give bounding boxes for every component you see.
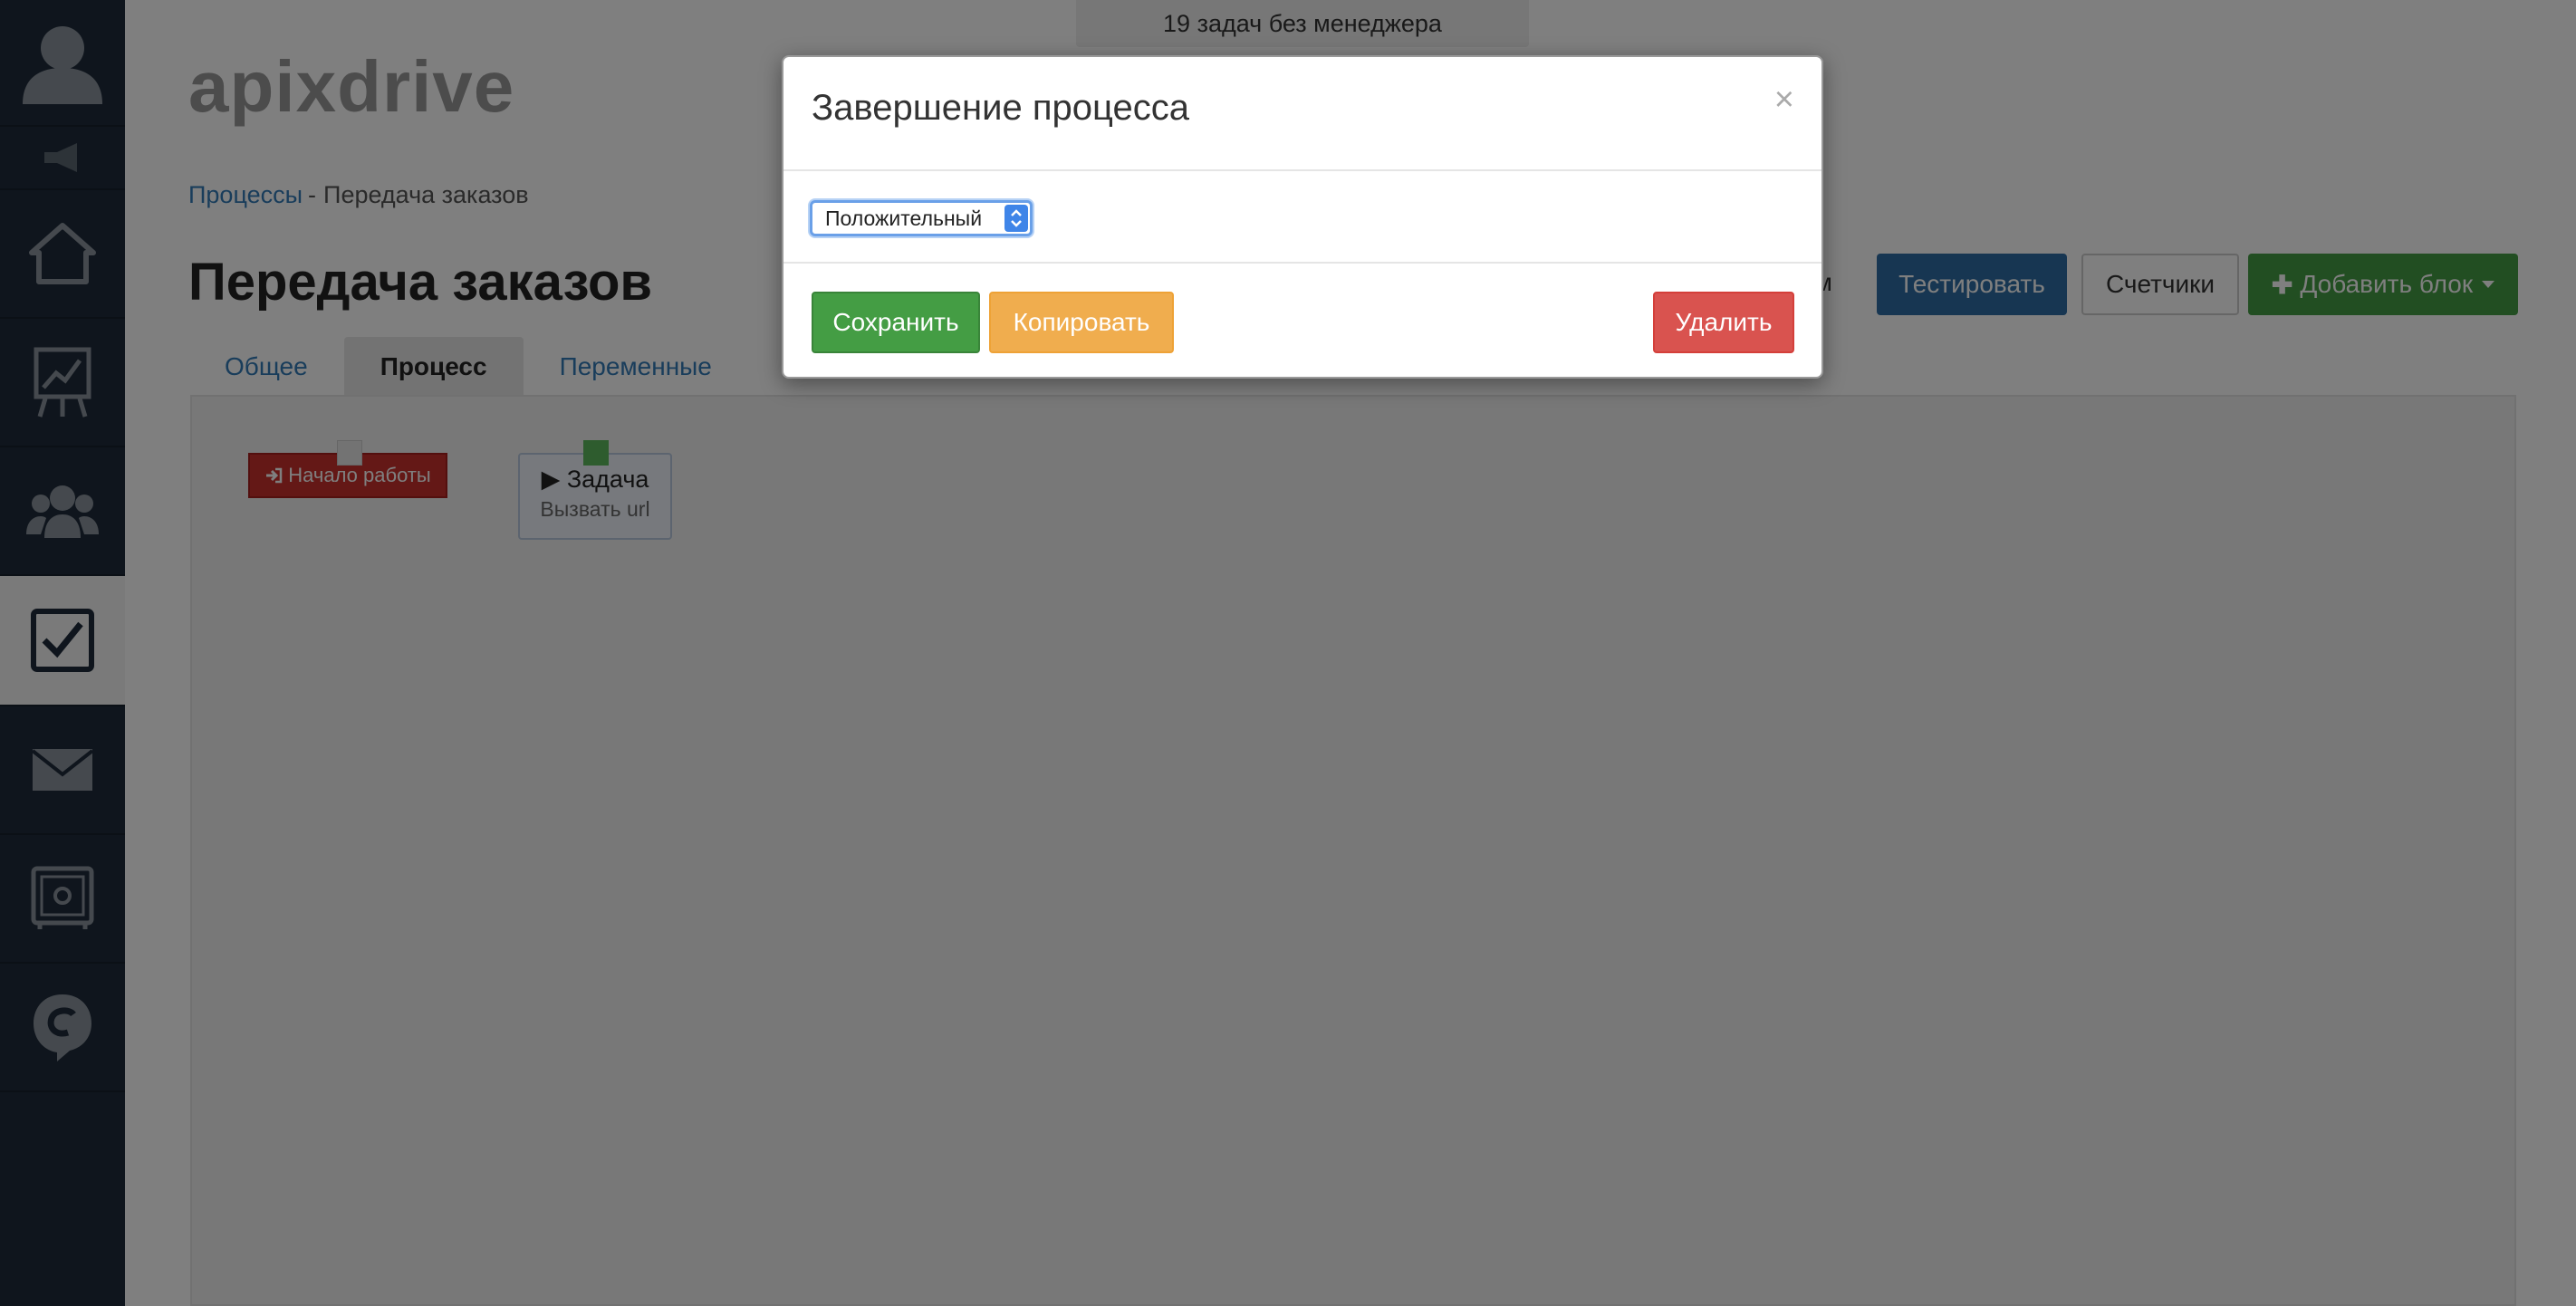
modal-dialog: Завершение процесса × Положительный Сохр… bbox=[782, 55, 1823, 379]
select-arrows-icon bbox=[1004, 205, 1028, 232]
modal-title: Завершение процесса bbox=[812, 88, 1189, 128]
copy-button[interactable]: Копировать bbox=[989, 292, 1174, 353]
modal-body: Положительный bbox=[783, 171, 1821, 264]
modal-footer: Сохранить Копировать Удалить bbox=[783, 264, 1821, 379]
close-icon[interactable]: × bbox=[1774, 81, 1794, 120]
modal-header: Завершение процесса × bbox=[783, 57, 1821, 171]
delete-button[interactable]: Удалить bbox=[1653, 292, 1794, 353]
save-button[interactable]: Сохранить bbox=[812, 292, 980, 353]
result-select[interactable]: Положительный bbox=[810, 200, 1033, 236]
result-select-value: Положительный bbox=[825, 206, 983, 230]
